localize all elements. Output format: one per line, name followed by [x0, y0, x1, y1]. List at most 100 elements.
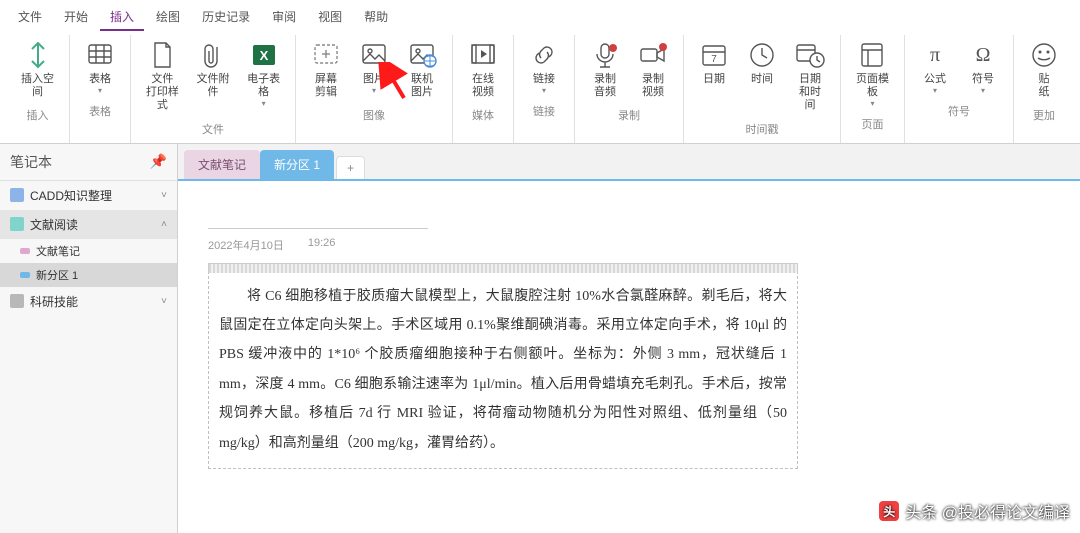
video-icon: [467, 39, 499, 71]
ribbon-btn-link[interactable]: 链接▾: [522, 35, 566, 99]
note-drag-handle[interactable]: [208, 263, 798, 273]
ribbon-btn-label: 录制 音频: [594, 73, 616, 99]
ribbon-btn-attachment[interactable]: 文件附件: [190, 35, 237, 117]
ribbon-btn-file-print[interactable]: 文件 打印样式: [139, 35, 186, 117]
svg-text:π: π: [930, 44, 940, 66]
audio-rec-icon: [589, 39, 621, 71]
spreadsheet-icon: X: [248, 39, 280, 71]
ribbon-btn-audio-rec[interactable]: 录制 音频: [583, 35, 627, 103]
section-tab[interactable]: 文献笔记: [184, 150, 260, 179]
ribbon-btn-online-picture[interactable]: 联机图片: [400, 35, 444, 103]
page-canvas[interactable]: 2022年4月10日 19:26 将 C6 细胞移植于胶质瘤大鼠模型上，大鼠腹腔…: [178, 179, 1080, 533]
ribbon-btn-label: 贴 纸: [1039, 73, 1050, 99]
menu-绘图[interactable]: 绘图: [146, 4, 190, 31]
section-color-icon: [20, 272, 30, 278]
ribbon-group-label: 文件: [202, 117, 224, 143]
ribbon-btn-template[interactable]: 页面模板▾: [849, 35, 896, 112]
add-section-button[interactable]: +: [336, 156, 365, 179]
ribbon-btn-label: 链接: [533, 73, 555, 86]
menu-视图[interactable]: 视图: [308, 4, 352, 31]
chevron-down-icon: ▾: [262, 99, 266, 108]
chevron-down-icon: ▾: [933, 86, 937, 95]
menu-帮助[interactable]: 帮助: [354, 4, 398, 31]
ribbon-btn-label: 图片: [363, 73, 385, 86]
chevron-down-icon: ▾: [98, 86, 102, 95]
page-title-input[interactable]: [208, 201, 428, 229]
notebook-item[interactable]: CADD知识整理˅: [0, 181, 177, 210]
screenshot-icon: [310, 39, 342, 71]
ribbon-btn-symbol[interactable]: Ω符号▾: [961, 35, 1005, 99]
ribbon-btn-label: 插入空间: [20, 73, 55, 99]
ribbon-btn-label: 时间: [751, 73, 773, 86]
ribbon-btn-label: 日期: [703, 73, 725, 86]
ribbon-btn-table[interactable]: 表格▾: [78, 35, 122, 99]
ribbon-btn-label: 页面模板: [855, 73, 890, 99]
date-icon: 7: [698, 39, 730, 71]
section-name: 新分区 1: [36, 267, 78, 283]
ribbon-btn-insert-space[interactable]: 插入空间: [14, 35, 61, 103]
equation-icon: π: [919, 39, 951, 71]
svg-text:7: 7: [711, 54, 717, 65]
ribbon-group-更加: 贴 纸更加: [1014, 35, 1074, 143]
notebook-name: 科研技能: [30, 293, 78, 310]
notebook-color-icon: [10, 188, 24, 202]
notebook-color-icon: [10, 217, 24, 231]
ribbon-btn-date[interactable]: 7 日期: [692, 35, 736, 117]
ribbon-btn-label: 文件 打印样式: [145, 73, 180, 113]
section-tab[interactable]: 新分区 1: [260, 150, 334, 179]
section-item[interactable]: 新分区 1: [0, 263, 177, 287]
time-icon: [746, 39, 778, 71]
chevron-up-icon[interactable]: ˄: [161, 219, 167, 230]
ribbon-group-媒体: 在线 视频媒体: [453, 35, 514, 143]
ribbon-btn-label: 表格: [89, 73, 111, 86]
ribbon-btn-label: 电子表格: [246, 73, 281, 99]
menu-审阅[interactable]: 审阅: [262, 4, 306, 31]
ribbon-btn-screenshot[interactable]: 屏幕剪辑: [304, 35, 348, 103]
attachment-icon: [197, 39, 229, 71]
datetime-icon: [794, 39, 826, 71]
ribbon-group-图像: 屏幕剪辑图片▾联机图片图像: [296, 35, 453, 143]
ribbon-btn-time[interactable]: 时间: [740, 35, 784, 117]
ribbon-group-label: 图像: [363, 103, 385, 129]
ribbon-btn-video[interactable]: 在线 视频: [461, 35, 505, 103]
sidebar-title: 笔记本: [10, 152, 52, 172]
ribbon-group-label: 插入: [27, 103, 49, 129]
chevron-down-icon: ▾: [542, 86, 546, 95]
menu-历史记录[interactable]: 历史记录: [192, 4, 260, 31]
chevron-down-icon: ▾: [981, 86, 985, 95]
sticker-icon: [1028, 39, 1060, 71]
chevron-down-icon[interactable]: ˅: [161, 190, 167, 201]
page-time: 19:26: [308, 237, 336, 253]
menu-插入[interactable]: 插入: [100, 4, 144, 31]
ribbon-group-label: 链接: [533, 99, 555, 125]
ribbon-btn-video-rec[interactable]: 录制 视频: [631, 35, 675, 103]
notebook-item[interactable]: 文献阅读˄: [0, 210, 177, 239]
ribbon-btn-picture[interactable]: 图片▾: [352, 35, 396, 103]
ribbon-btn-label: 在线 视频: [472, 73, 494, 99]
svg-text:X: X: [259, 48, 268, 63]
note-container[interactable]: 将 C6 细胞移植于胶质瘤大鼠模型上，大鼠腹腔注射 10%水合氯醛麻醉。剃毛后，…: [208, 271, 798, 469]
menu-开始[interactable]: 开始: [54, 4, 98, 31]
chevron-down-icon[interactable]: ˅: [161, 296, 167, 307]
ribbon-group-label: 时间戳: [745, 117, 778, 143]
chevron-down-icon: ▾: [870, 99, 874, 108]
note-body[interactable]: 将 C6 细胞移植于胶质瘤大鼠模型上，大鼠腹腔注射 10%水合氯醛麻醉。剃毛后，…: [219, 282, 787, 458]
ribbon-group-录制: 录制 音频录制 视频录制: [575, 35, 684, 143]
pin-icon[interactable]: 📌: [150, 153, 167, 170]
menu-文件[interactable]: 文件: [8, 4, 52, 31]
ribbon-btn-spreadsheet[interactable]: X 电子表格▾: [240, 35, 287, 117]
ribbon-group-label: 页面: [861, 112, 883, 138]
ribbon-group-符号: π公式▾Ω符号▾符号: [905, 35, 1014, 143]
section-color-icon: [20, 248, 30, 254]
page-title-block: 2022年4月10日 19:26: [208, 201, 1050, 253]
ribbon-btn-equation[interactable]: π公式▾: [913, 35, 957, 99]
note-paragraph[interactable]: 将 C6 细胞移植于胶质瘤大鼠模型上，大鼠腹腔注射 10%水合氯醛麻醉。剃毛后，…: [219, 282, 787, 458]
ribbon-btn-datetime[interactable]: 日期和时间: [788, 35, 832, 117]
sidebar-header: 笔记本 📌: [0, 144, 177, 181]
picture-icon: [358, 39, 390, 71]
ribbon-group-表格: 表格▾表格: [70, 35, 131, 143]
ribbon-group-插入: 插入空间插入: [6, 35, 70, 143]
notebook-item[interactable]: 科研技能 ˅: [0, 287, 177, 316]
section-item[interactable]: 文献笔记: [0, 239, 177, 263]
ribbon-btn-sticker[interactable]: 贴 纸: [1022, 35, 1066, 103]
